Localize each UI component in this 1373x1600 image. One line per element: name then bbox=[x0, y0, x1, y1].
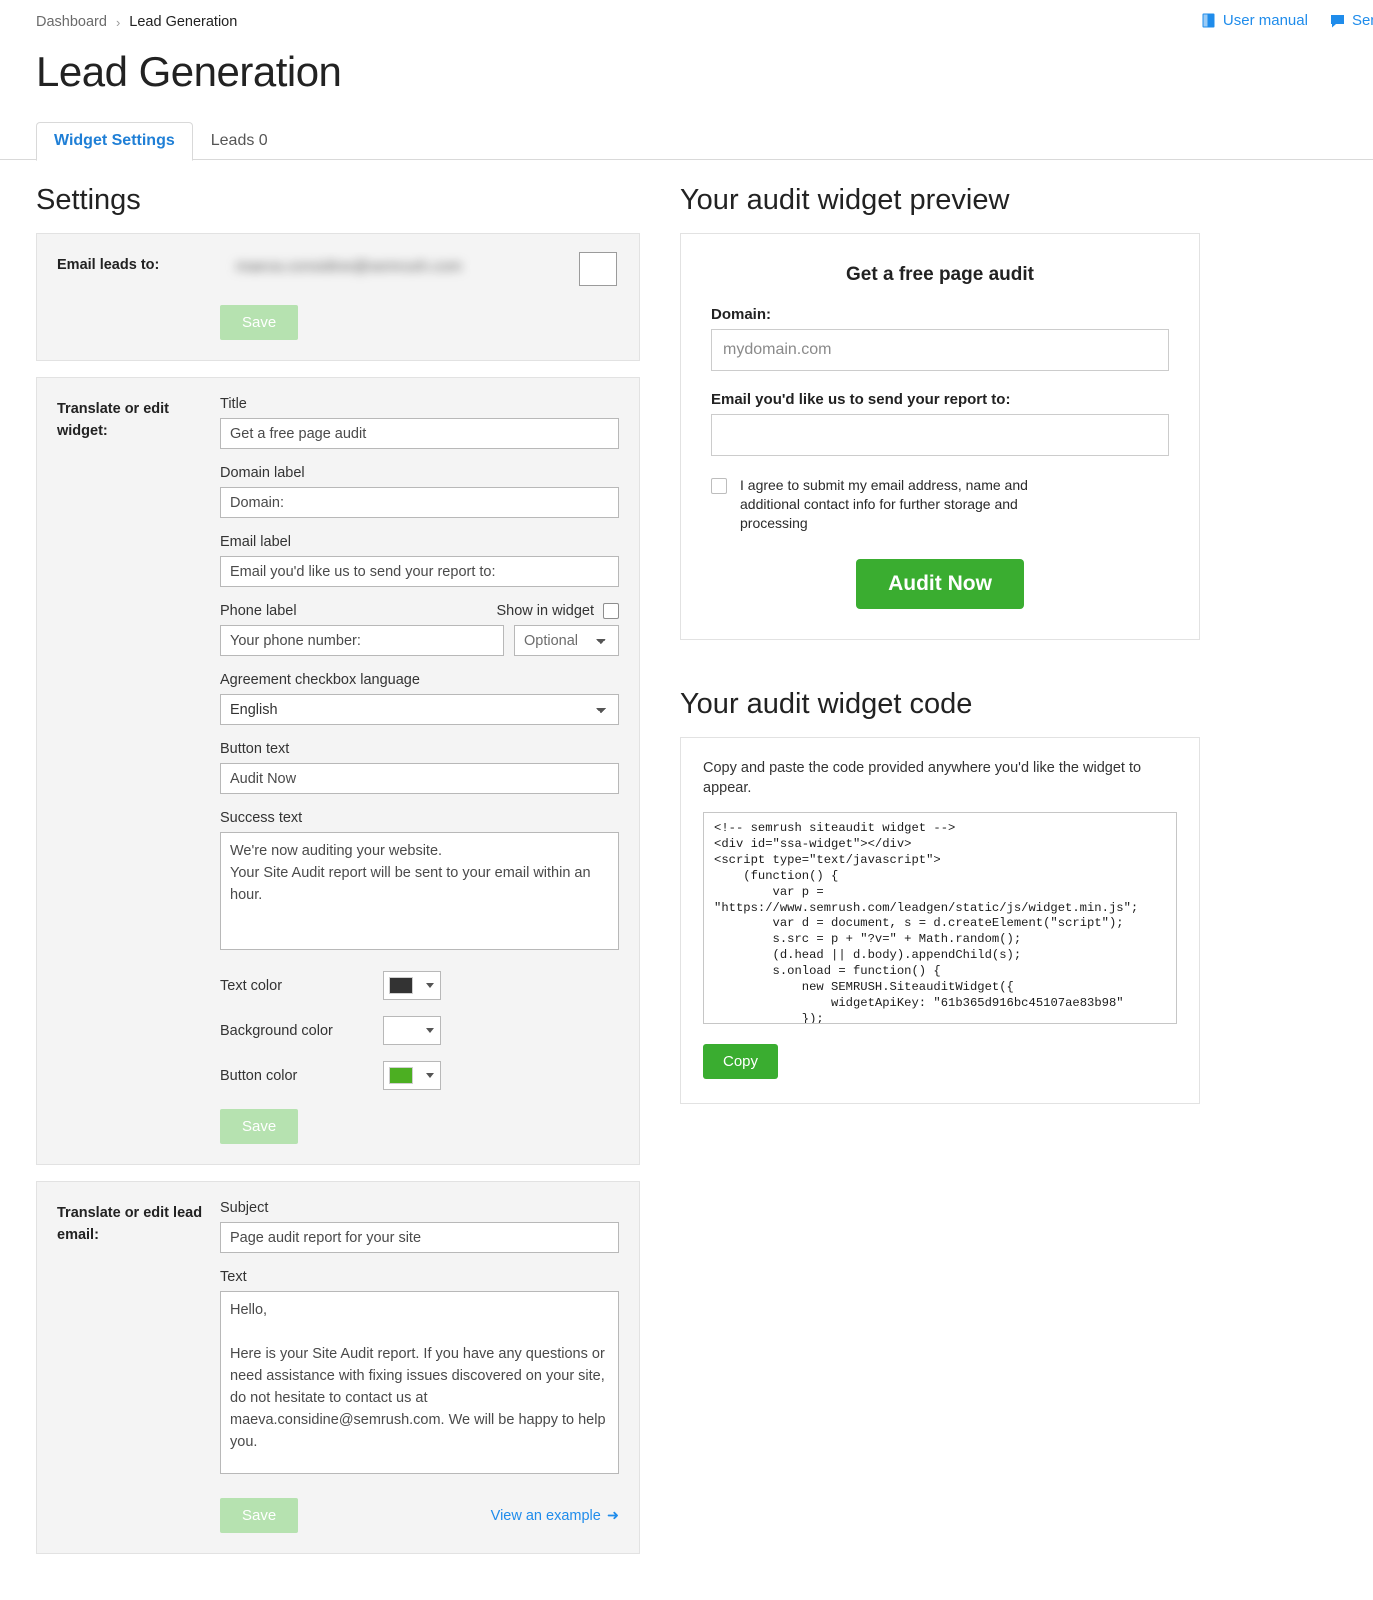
phone-label-row: Phone label Show in widget bbox=[220, 603, 619, 619]
book-icon bbox=[1202, 13, 1216, 28]
button-color-label: Button color bbox=[220, 1068, 383, 1084]
breadcrumb: Dashboard › Lead Generation bbox=[36, 14, 1373, 30]
email-leads-body: maeva.considine@semrush.com Save bbox=[220, 252, 619, 340]
chevron-down-icon bbox=[426, 1073, 434, 1078]
arrow-right-icon: ➜ bbox=[607, 1508, 619, 1524]
widget-preview-card: Get a free page audit Domain: Email you'… bbox=[680, 233, 1200, 640]
breadcrumb-separator-icon: › bbox=[116, 15, 120, 30]
phone-label-field-label: Phone label bbox=[220, 603, 297, 619]
tab-bar: Widget Settings Leads 0 bbox=[36, 120, 1373, 160]
save-lead-email-button[interactable]: Save bbox=[220, 1498, 298, 1533]
email-leads-label: Email leads to: bbox=[57, 252, 220, 340]
preview-heading: Your audit widget preview bbox=[680, 184, 1200, 217]
success-text-textarea[interactable]: We're now auditing your website. Your Si… bbox=[220, 832, 619, 950]
preview-domain-label: Domain: bbox=[711, 306, 1169, 323]
preview-email-input[interactable] bbox=[711, 414, 1169, 456]
phone-optional-select[interactable]: Optional bbox=[514, 625, 619, 656]
preview-email-label: Email you'd like us to send your report … bbox=[711, 391, 1169, 408]
user-manual-link[interactable]: User manual bbox=[1202, 12, 1308, 29]
save-widget-button[interactable]: Save bbox=[220, 1109, 298, 1144]
phone-label-input[interactable] bbox=[220, 625, 504, 656]
success-text-field-label: Success text bbox=[220, 810, 619, 826]
widget-settings-label: Translate or edit widget: bbox=[57, 396, 220, 1144]
view-example-link[interactable]: View an example ➜ bbox=[491, 1508, 619, 1524]
code-instruction: Copy and paste the code provided anywher… bbox=[703, 758, 1177, 799]
preview-widget-title: Get a free page audit bbox=[711, 264, 1169, 286]
agreement-language-field-label: Agreement checkbox language bbox=[220, 672, 619, 688]
background-color-picker[interactable] bbox=[383, 1016, 441, 1045]
email-leads-input-row: maeva.considine@semrush.com bbox=[220, 252, 619, 286]
text-color-label: Text color bbox=[220, 978, 383, 994]
title-field-label: Title bbox=[220, 396, 619, 412]
text-color-swatch bbox=[389, 977, 413, 994]
breadcrumb-dashboard[interactable]: Dashboard bbox=[36, 14, 107, 30]
settings-heading: Settings bbox=[36, 184, 640, 217]
email-label-field-label: Email label bbox=[220, 534, 619, 550]
show-in-widget-checkbox[interactable] bbox=[603, 603, 619, 619]
widget-code-card: Copy and paste the code provided anywher… bbox=[680, 737, 1200, 1105]
preview-agreement-checkbox[interactable] bbox=[711, 478, 727, 494]
background-color-row: Background color bbox=[220, 1016, 619, 1045]
subject-input[interactable] bbox=[220, 1222, 619, 1253]
email-leads-panel: Email leads to: maeva.considine@semrush.… bbox=[36, 233, 640, 361]
email-leads-value-redacted: maeva.considine@semrush.com bbox=[236, 258, 462, 275]
page-title: Lead Generation bbox=[36, 48, 1373, 96]
background-color-label: Background color bbox=[220, 1023, 383, 1039]
email-leads-input[interactable]: maeva.considine@semrush.com bbox=[220, 252, 617, 286]
top-links: User manual Send bbox=[1202, 12, 1373, 29]
chevron-down-icon bbox=[426, 983, 434, 988]
lead-email-text-field-label: Text bbox=[220, 1269, 619, 1285]
subject-field-label: Subject bbox=[220, 1200, 619, 1216]
tab-leads[interactable]: Leads 0 bbox=[193, 122, 286, 160]
lead-email-panel: Translate or edit lead email: Subject Te… bbox=[36, 1181, 640, 1554]
preview-column: Your audit widget preview Get a free pag… bbox=[640, 160, 1200, 1570]
chat-bubble-icon bbox=[1330, 14, 1345, 28]
button-color-row: Button color bbox=[220, 1061, 619, 1090]
email-label-input[interactable] bbox=[220, 556, 619, 587]
button-text-field-label: Button text bbox=[220, 741, 619, 757]
send-feedback-link[interactable]: Send bbox=[1330, 12, 1373, 29]
button-color-swatch bbox=[389, 1067, 413, 1084]
view-example-label: View an example bbox=[491, 1508, 601, 1524]
send-feedback-label: Send bbox=[1352, 12, 1373, 29]
code-heading: Your audit widget code bbox=[680, 688, 1200, 721]
widget-settings-body: Title Domain label Email label Phone lab… bbox=[220, 396, 619, 1144]
preview-button-wrap: Audit Now bbox=[711, 559, 1169, 609]
chevron-down-icon bbox=[426, 1028, 434, 1033]
show-in-widget-control: Show in widget bbox=[496, 603, 619, 619]
button-text-input[interactable] bbox=[220, 763, 619, 794]
preview-agreement-text: I agree to submit my email address, name… bbox=[740, 476, 1080, 533]
save-email-leads-button[interactable]: Save bbox=[220, 305, 298, 340]
agreement-language-select[interactable]: English bbox=[220, 694, 619, 725]
domain-label-input[interactable] bbox=[220, 487, 619, 518]
preview-agreement-row: I agree to submit my email address, name… bbox=[711, 476, 1169, 533]
domain-label-field-label: Domain label bbox=[220, 465, 619, 481]
copy-code-button[interactable]: Copy bbox=[703, 1044, 778, 1079]
lead-email-textarea[interactable]: Hello, Here is your Site Audit report. I… bbox=[220, 1291, 619, 1474]
main-content: Settings Email leads to: maeva.considine… bbox=[0, 160, 1373, 1570]
tab-widget-settings[interactable]: Widget Settings bbox=[36, 122, 193, 161]
breadcrumb-current: Lead Generation bbox=[129, 14, 237, 30]
lead-email-body: Subject Text Hello, Here is your Site Au… bbox=[220, 1200, 619, 1533]
text-color-row: Text color bbox=[220, 971, 619, 1000]
button-color-picker[interactable] bbox=[383, 1061, 441, 1090]
top-bar: Dashboard › Lead Generation User manual … bbox=[0, 0, 1373, 38]
code-snippet: <!-- semrush siteaudit widget --> <div i… bbox=[714, 821, 1166, 1024]
audit-now-button[interactable]: Audit Now bbox=[856, 559, 1024, 609]
email-leads-input-edge bbox=[579, 252, 617, 286]
code-box[interactable]: <!-- semrush siteaudit widget --> <div i… bbox=[703, 812, 1177, 1024]
settings-column: Settings Email leads to: maeva.considine… bbox=[0, 160, 640, 1570]
user-manual-label: User manual bbox=[1223, 12, 1308, 29]
widget-settings-panel: Translate or edit widget: Title Domain l… bbox=[36, 377, 640, 1165]
preview-domain-input[interactable] bbox=[711, 329, 1169, 371]
text-color-picker[interactable] bbox=[383, 971, 441, 1000]
show-in-widget-label: Show in widget bbox=[496, 603, 594, 619]
phone-row: Optional bbox=[220, 625, 619, 656]
lead-email-actions: Save View an example ➜ bbox=[220, 1479, 619, 1533]
title-input[interactable] bbox=[220, 418, 619, 449]
lead-email-label: Translate or edit lead email: bbox=[57, 1200, 220, 1533]
